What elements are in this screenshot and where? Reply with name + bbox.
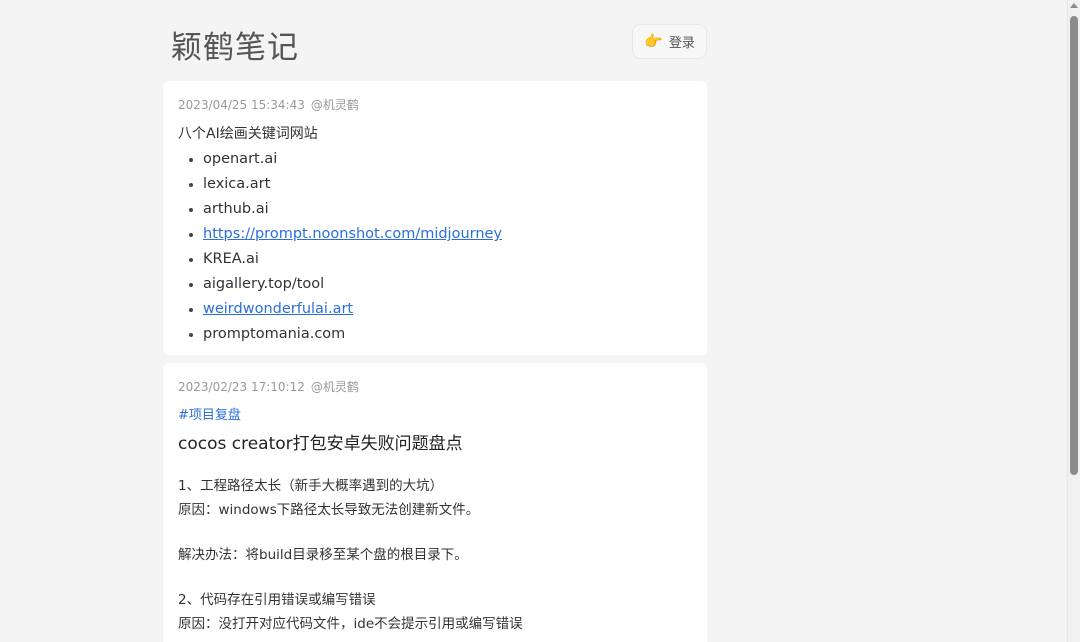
post-title: 八个AI绘画关键词网站 [178, 126, 318, 142]
site-title[interactable]: 颖鹤笔记 [171, 22, 299, 67]
list-item: KREA.ai [189, 247, 692, 272]
paragraph: 2、代码存在引用错误或编写错误 [178, 592, 376, 608]
post-tag[interactable]: #项目复盘 [178, 404, 692, 423]
post-author[interactable]: @机灵鹤 [311, 380, 359, 394]
list-item-text: aigallery.top/tool [203, 276, 325, 292]
list-item: aigallery.top/tool [189, 272, 692, 297]
paragraph: 原因：没打开对应代码文件，ide不会提示引用或编写错误 [178, 616, 523, 632]
page: 颖鹤笔记 👉 登录 2023/04/25 15:34:43 @机灵鹤 八个AI绘画… [0, 0, 1080, 642]
login-button[interactable]: 👉 登录 [632, 24, 707, 59]
scroll-up-arrow-icon[interactable] [1070, 3, 1078, 8]
list-item: weirdwonderfulai.art [189, 297, 692, 322]
list-item-text: promptomania.com [203, 326, 346, 342]
post-meta: 2023/04/25 15:34:43 @机灵鹤 [178, 96, 692, 113]
scrollbar-thumb[interactable] [1070, 16, 1078, 475]
link-list: openart.ai lexica.art arthub.ai https://… [178, 147, 692, 347]
header: 颖鹤笔记 👉 登录 [163, 18, 707, 66]
post-author[interactable]: @机灵鹤 [311, 98, 359, 112]
post-card: 2023/04/25 15:34:43 @机灵鹤 八个AI绘画关键词网站 open… [163, 81, 707, 355]
post-meta: 2023/02/23 17:10:12 @机灵鹤 [178, 378, 692, 395]
list-item: openart.ai [189, 147, 692, 172]
list-item: arthub.ai [189, 197, 692, 222]
list-item-text: lexica.art [203, 176, 271, 192]
vertical-scrollbar[interactable] [1067, 0, 1080, 642]
login-label: 登录 [668, 36, 695, 51]
list-item: https://prompt.noonshot.com/midjourney [189, 222, 692, 247]
paragraph: 1、工程路径太长（新手大概率遇到的大坑） [178, 478, 444, 494]
paragraph: 原因：windows下路径太长导致无法创建新文件。 [178, 502, 480, 518]
list-item: promptomania.com [189, 322, 692, 347]
list-item-text: arthub.ai [203, 201, 269, 217]
post-timestamp: 2023/04/25 15:34:43 [178, 98, 305, 112]
list-item-text: openart.ai [203, 151, 278, 167]
pointing-hand-icon: 👉 [644, 32, 663, 50]
post-timestamp: 2023/02/23 17:10:12 [178, 380, 305, 394]
list-item-text: KREA.ai [203, 251, 259, 267]
list-item-link[interactable]: weirdwonderfulai.art [203, 301, 353, 317]
paragraph: 解决办法：将build目录移至某个盘的根目录下。 [178, 547, 468, 563]
post-headline: cocos creator打包安卓失败问题盘点 [178, 434, 463, 454]
post-card: 2023/02/23 17:10:12 @机灵鹤 #项目复盘 cocos crea… [163, 363, 707, 642]
list-item-link[interactable]: https://prompt.noonshot.com/midjourney [203, 226, 502, 242]
list-item: lexica.art [189, 172, 692, 197]
